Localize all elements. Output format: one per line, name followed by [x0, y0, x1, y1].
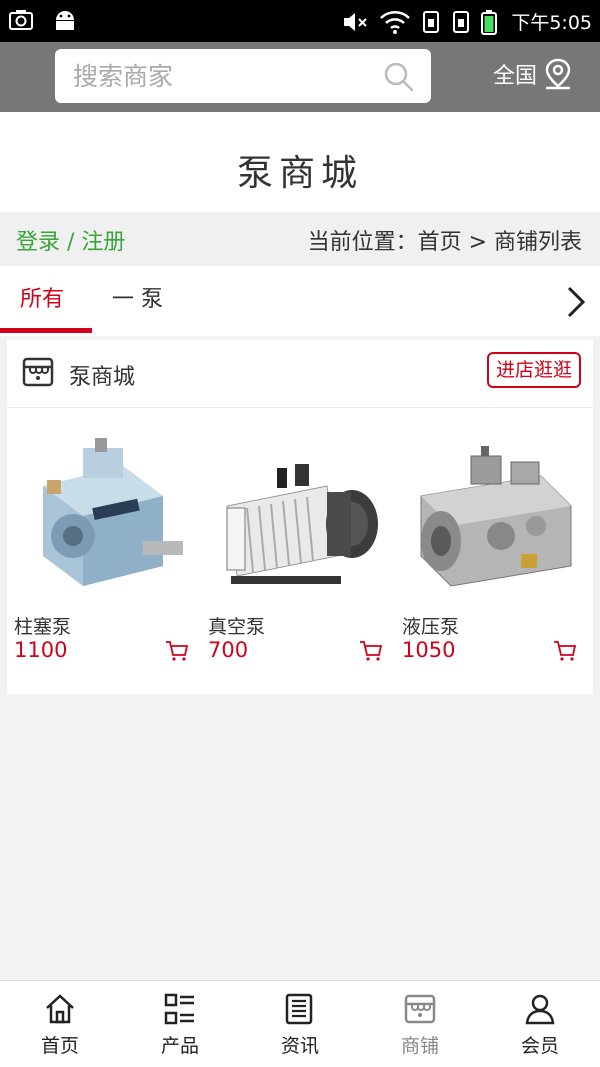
status-bar: 下午5:05 [0, 0, 600, 42]
search-header: 全国 [0, 42, 600, 112]
product-name: 真空泵 [208, 616, 266, 638]
wifi-icon [380, 10, 411, 34]
shop-header: 泵商城 进店逛逛 [7, 340, 593, 408]
active-tab-indicator [0, 328, 92, 333]
tab-all[interactable]: 所有 [20, 266, 64, 336]
location-pin-icon [545, 58, 571, 90]
region-selector[interactable]: 全国 [493, 58, 573, 90]
product-image [401, 426, 581, 606]
list-icon [164, 993, 194, 1025]
product-name: 柱塞泵 [14, 616, 72, 638]
region-label: 全国 [493, 64, 538, 89]
product-item[interactable]: 真空泵 700 [201, 408, 395, 694]
search-input[interactable] [73, 49, 373, 103]
nav-products[interactable]: 产品 [120, 981, 240, 1067]
store-icon [22, 357, 54, 387]
category-tabs: 所有 一 泵 [0, 266, 600, 336]
mute-icon [344, 12, 368, 31]
nav-label: 会员 [520, 1035, 559, 1057]
sim-card-icon [453, 10, 470, 33]
search-icon[interactable] [383, 61, 415, 93]
nav-label: 首页 [40, 1035, 79, 1057]
android-icon [56, 11, 74, 30]
status-time: 下午5:05 [511, 12, 592, 34]
user-icon [525, 994, 555, 1025]
store-icon [404, 994, 436, 1024]
home-icon [46, 994, 74, 1024]
product-image [207, 426, 387, 606]
battery-icon [481, 9, 498, 35]
cart-icon[interactable] [553, 640, 577, 662]
title-bar: 泵商城 [0, 112, 600, 212]
product-item[interactable]: 液压泵 1050 [395, 408, 589, 694]
nav-label: 产品 [160, 1035, 199, 1057]
product-image [13, 426, 193, 606]
screenshot-icon [9, 10, 33, 30]
product-price: 1050 [402, 638, 456, 662]
bottom-nav: 首页 产品 资讯 商铺 会员 [0, 980, 600, 1067]
page-title: 泵商城 [236, 153, 363, 194]
breadcrumb-bar: 登录 / 注册 当前位置：首页 > 商铺列表 [0, 212, 600, 266]
login-register-link[interactable]: 登录 / 注册 [16, 224, 125, 256]
shop-card: 泵商城 进店逛逛 柱塞泵 1100 真空泵 700 液压泵 1050 [7, 340, 593, 694]
product-name: 液压泵 [402, 616, 460, 638]
product-price: 700 [208, 638, 249, 662]
cart-icon[interactable] [359, 640, 383, 662]
news-icon [285, 993, 313, 1025]
nav-news[interactable]: 资讯 [240, 981, 360, 1067]
nav-member[interactable]: 会员 [480, 981, 600, 1067]
nav-stores[interactable]: 商铺 [360, 981, 480, 1067]
visit-shop-button[interactable]: 进店逛逛 [486, 352, 581, 388]
cart-icon[interactable] [165, 640, 189, 662]
nav-label: 资讯 [280, 1035, 319, 1057]
tab-pump[interactable]: 一 泵 [112, 266, 163, 336]
breadcrumb: 当前位置：首页 > 商铺列表 [307, 230, 582, 255]
search-box[interactable] [55, 49, 431, 103]
nav-label: 商铺 [400, 1035, 439, 1057]
nav-home[interactable]: 首页 [0, 981, 120, 1067]
product-item[interactable]: 柱塞泵 1100 [7, 408, 201, 694]
chevron-right-icon[interactable] [564, 284, 588, 320]
sim-card-icon [423, 10, 440, 33]
product-price: 1100 [14, 638, 68, 662]
shop-name: 泵商城 [69, 365, 136, 390]
